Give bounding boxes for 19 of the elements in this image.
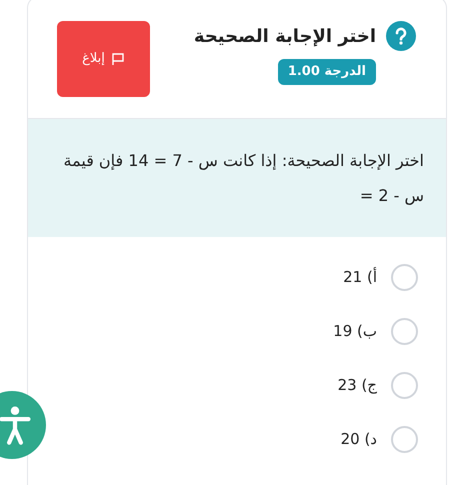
grade-badge: الدرجة 1.00 xyxy=(278,59,376,84)
radio-button[interactable] xyxy=(391,264,418,290)
help-icon xyxy=(386,21,416,51)
radio-button[interactable] xyxy=(391,426,418,452)
radio-button[interactable] xyxy=(391,372,418,398)
option-label: ب) 19 xyxy=(333,320,377,342)
option-label: أ) 21 xyxy=(343,266,377,288)
option-label: د) 20 xyxy=(340,428,377,450)
option-label: ج) 23 xyxy=(338,374,377,396)
answer-option[interactable]: أ) 21 xyxy=(343,257,418,297)
answer-option[interactable]: د) 20 xyxy=(340,419,418,459)
answer-option[interactable]: ب) 19 xyxy=(333,311,418,351)
question-text: اختر الإجابة الصحيحة: إذا كانت س - 7 = 14 فإن قيمة س - 2 = xyxy=(62,150,424,207)
radio-button[interactable] xyxy=(391,318,418,344)
report-button[interactable]: إبلاغ xyxy=(57,21,150,97)
accessibility-icon xyxy=(0,404,32,446)
question-title: اختر الإجابة الصحيحة xyxy=(194,24,376,48)
answer-option[interactable]: ج) 23 xyxy=(338,365,418,405)
flag-icon xyxy=(110,52,125,66)
